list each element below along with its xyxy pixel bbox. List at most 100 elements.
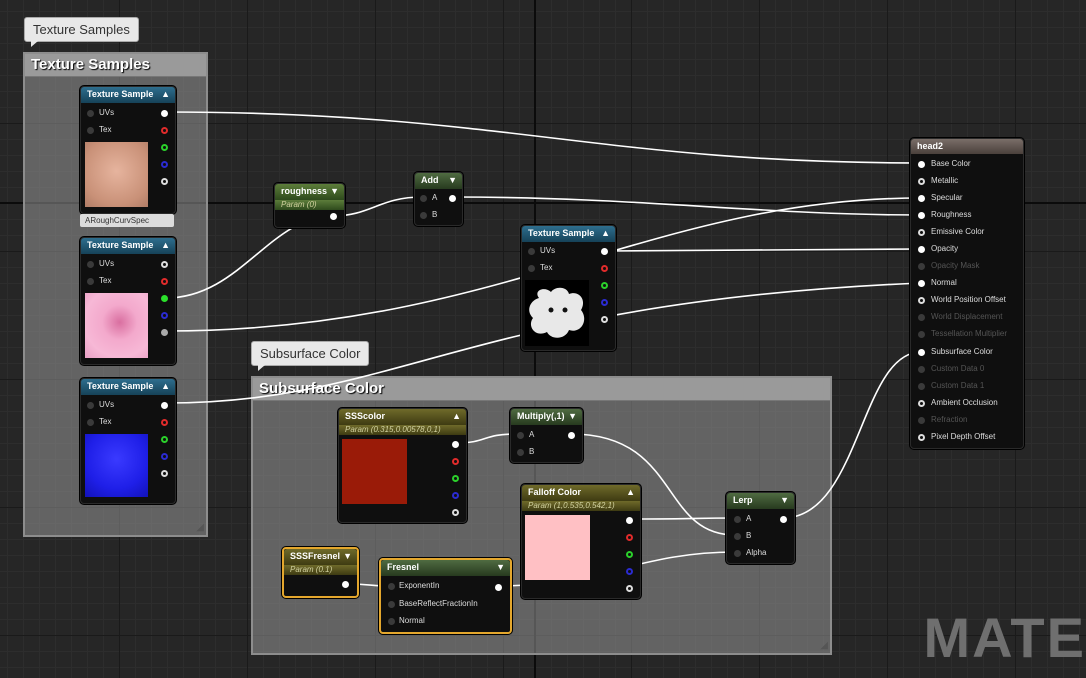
collapse-arrow-icon[interactable]: ▲	[452, 409, 461, 424]
pin-normal-input[interactable]	[388, 618, 395, 625]
pin-tessellation-multiplier[interactable]	[918, 331, 925, 338]
sss-fresnel-param-node[interactable]: SSSFresnel ▼ Param (0.1)	[282, 547, 359, 598]
pin-world-displacement[interactable]	[918, 314, 925, 321]
pin-tex-input[interactable]	[528, 265, 535, 272]
pin-specular[interactable]	[918, 195, 925, 202]
collapse-arrow-icon[interactable]: ▲	[601, 226, 610, 241]
texture-sample-node-normal[interactable]: Texture Sample ▲ UVs Tex	[80, 378, 176, 504]
pin-exponent-input[interactable]	[388, 583, 395, 590]
pin-opacity-mask[interactable]	[918, 263, 925, 270]
pin-pixel-depth-offset[interactable]	[918, 434, 925, 441]
output-r-pin[interactable]	[161, 278, 168, 285]
pin-uvs-input[interactable]	[87, 261, 94, 268]
pin-custom-data-0[interactable]	[918, 366, 925, 373]
pin-uvs-input[interactable]	[87, 402, 94, 409]
output-b-pin[interactable]	[161, 161, 168, 168]
output-a-pin[interactable]	[161, 329, 168, 336]
pin-roughness[interactable]	[918, 212, 925, 219]
pin-a-input[interactable]	[734, 516, 741, 523]
pin-subsurface-color[interactable]	[918, 349, 925, 356]
pin-tex-input[interactable]	[87, 278, 94, 285]
output-a-pin[interactable]	[601, 316, 608, 323]
output-rgb-pin[interactable]	[626, 517, 633, 524]
output-rgb-pin[interactable]	[601, 248, 608, 255]
output-g-pin[interactable]	[601, 282, 608, 289]
output-pin[interactable]	[330, 213, 337, 220]
output-g-pin[interactable]	[161, 144, 168, 151]
node-title: roughness	[281, 186, 328, 196]
output-r-pin[interactable]	[161, 419, 168, 426]
collapse-arrow-icon[interactable]: ▲	[161, 238, 170, 253]
output-b-pin[interactable]	[161, 453, 168, 460]
output-r-pin[interactable]	[161, 127, 168, 134]
pin-a-input[interactable]	[517, 432, 524, 439]
pin-a-input[interactable]	[420, 195, 427, 202]
material-result-node[interactable]: head2 Base Color Metallic Specular Rough…	[910, 138, 1024, 449]
pin-b-input[interactable]	[517, 449, 524, 456]
pin-opacity[interactable]	[918, 246, 925, 253]
pin-label: World Position Offset	[931, 295, 1006, 304]
output-r-pin[interactable]	[452, 458, 459, 465]
collapse-arrow-icon[interactable]: ▲	[161, 87, 170, 102]
output-b-pin[interactable]	[161, 312, 168, 319]
collapse-arrow-icon[interactable]: ▼	[780, 493, 789, 508]
fresnel-node[interactable]: Fresnel ▼ ExponentIn BaseReflectFractionI…	[379, 558, 512, 634]
collapse-arrow-icon[interactable]: ▼	[343, 549, 352, 564]
pin-label: ExponentIn	[399, 581, 440, 590]
output-rgb-pin[interactable]	[161, 110, 168, 117]
output-r-pin[interactable]	[601, 265, 608, 272]
pin-b-input[interactable]	[734, 533, 741, 540]
output-rgb-pin[interactable]	[161, 402, 168, 409]
collapse-arrow-icon[interactable]: ▲	[626, 485, 635, 500]
collapse-arrow-icon[interactable]: ▼	[496, 560, 505, 575]
output-g-pin[interactable]	[626, 551, 633, 558]
output-rgb-pin[interactable]	[452, 441, 459, 448]
output-r-pin[interactable]	[626, 534, 633, 541]
pin-uvs-input[interactable]	[87, 110, 94, 117]
collapse-arrow-icon[interactable]: ▼	[448, 173, 457, 188]
pin-label: Emissive Color	[931, 227, 985, 236]
texture-sample-node-opacity[interactable]: Texture Sample ▲ UVs Tex	[521, 225, 616, 351]
output-pin[interactable]	[495, 584, 502, 591]
pin-emissive-color[interactable]	[918, 229, 925, 236]
output-a-pin[interactable]	[161, 470, 168, 477]
pin-base-color[interactable]	[918, 161, 925, 168]
output-pin[interactable]	[342, 581, 349, 588]
pin-refraction[interactable]	[918, 417, 925, 424]
collapse-arrow-icon[interactable]: ▲	[161, 379, 170, 394]
add-node[interactable]: Add ▼ A B	[414, 172, 463, 226]
pin-uvs-input[interactable]	[528, 248, 535, 255]
pin-normal[interactable]	[918, 280, 925, 287]
output-b-pin[interactable]	[626, 568, 633, 575]
output-b-pin[interactable]	[601, 299, 608, 306]
output-g-pin[interactable]	[161, 436, 168, 443]
pin-b-input[interactable]	[420, 212, 427, 219]
falloff-color-param-node[interactable]: Falloff Color ▲ Param (1,0.535,0.542,1)	[521, 484, 641, 599]
texture-sample-node-base[interactable]: Texture Sample ▲ UVs Tex	[80, 86, 176, 214]
output-b-pin[interactable]	[452, 492, 459, 499]
output-pin[interactable]	[449, 195, 456, 202]
pin-ambient-occlusion[interactable]	[918, 400, 925, 407]
output-a-pin[interactable]	[626, 585, 633, 592]
output-g-pin[interactable]	[161, 295, 168, 302]
pin-metallic[interactable]	[918, 178, 925, 185]
collapse-arrow-icon[interactable]: ▼	[330, 184, 339, 199]
pin-tex-input[interactable]	[87, 419, 94, 426]
output-rgb-pin[interactable]	[161, 261, 168, 268]
output-pin[interactable]	[568, 432, 575, 439]
roughness-param-node[interactable]: roughness ▼ Param (0)	[274, 183, 345, 228]
pin-base-reflect-input[interactable]	[388, 601, 395, 608]
pin-custom-data-1[interactable]	[918, 383, 925, 390]
pin-alpha-input[interactable]	[734, 550, 741, 557]
output-a-pin[interactable]	[452, 509, 459, 516]
output-a-pin[interactable]	[161, 178, 168, 185]
pin-tex-input[interactable]	[87, 127, 94, 134]
output-g-pin[interactable]	[452, 475, 459, 482]
pin-world-position-offset[interactable]	[918, 297, 925, 304]
collapse-arrow-icon[interactable]: ▼	[568, 409, 577, 424]
sss-color-param-node[interactable]: SSScolor ▲ Param (0.315,0.00578,0,1)	[338, 408, 467, 523]
output-pin[interactable]	[780, 516, 787, 523]
texture-sample-node-rough-curv-spec[interactable]: Texture Sample ▲ UVs Tex	[80, 237, 176, 365]
lerp-node[interactable]: Lerp ▼ A B Alpha	[726, 492, 795, 564]
multiply-node[interactable]: Multiply(,1) ▼ A B	[510, 408, 583, 463]
